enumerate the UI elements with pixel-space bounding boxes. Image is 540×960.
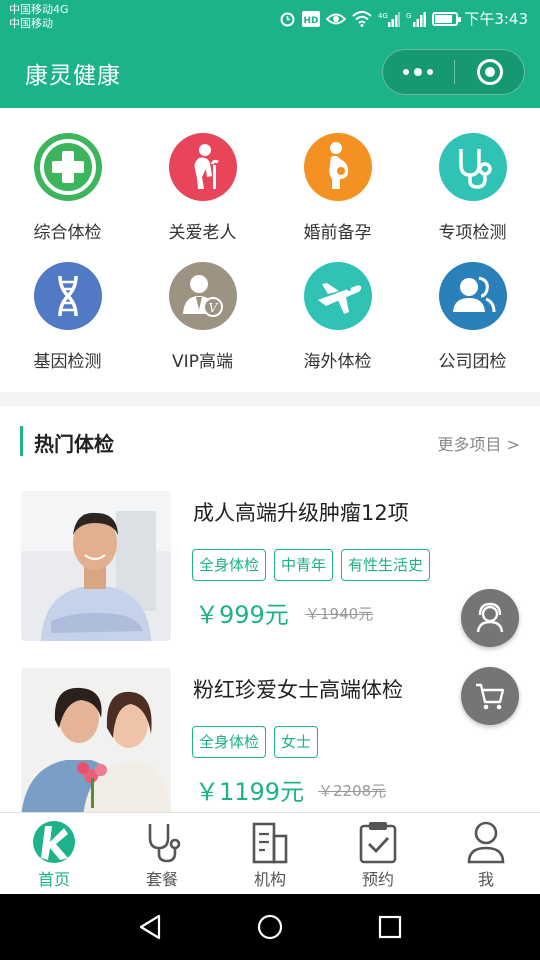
svg-text:G: G <box>406 12 411 20</box>
pregnant-icon <box>328 142 348 189</box>
product-original-price: ￥1940元 <box>305 605 374 623</box>
tab-label: 首页 <box>37 870 70 889</box>
back-icon[interactable] <box>137 914 163 940</box>
tab-institutions[interactable]: 机构 <box>216 813 324 895</box>
svg-text:4G: 4G <box>378 12 388 20</box>
product-image <box>21 491 171 641</box>
section-accent-bar <box>20 426 23 456</box>
tab-label: 我 <box>477 870 494 889</box>
status-icons: HD 4G G 下午3:43 <box>279 8 528 29</box>
product-tag: 有性生活史 <box>341 549 431 581</box>
tab-packages[interactable]: 套餐 <box>108 813 216 895</box>
svg-text:HD: HD <box>304 16 319 26</box>
building-icon <box>247 819 293 865</box>
battery-icon <box>432 11 462 26</box>
hd-icon: HD <box>302 10 321 27</box>
recents-icon[interactable] <box>377 914 403 940</box>
category-icon-bg <box>168 133 237 201</box>
category-icon-bg <box>33 262 102 330</box>
category-general-checkup[interactable]: 综合体检 <box>0 108 135 243</box>
status-time: 下午3:43 <box>464 10 528 28</box>
product-price: ￥1199元 <box>195 778 305 806</box>
cart-button[interactable] <box>461 667 519 725</box>
elderly-icon <box>194 144 219 189</box>
clipboard-check-icon <box>355 819 401 865</box>
carrier-line1: 中国移动4G <box>9 3 69 16</box>
bottom-tab-bar: 首页 套餐 机构 预约 我 <box>0 812 540 894</box>
vip-user-icon: V <box>182 275 223 317</box>
category-special-test[interactable]: 专项检测 <box>405 108 540 243</box>
category-label: 公司团检 <box>438 352 507 372</box>
eye-icon <box>326 13 347 24</box>
cart-icon <box>476 683 505 710</box>
wifi-icon <box>352 10 372 27</box>
signal-4g-icon: 4G <box>378 11 401 27</box>
more-items-link[interactable]: 更多项目 > <box>438 431 521 455</box>
category-icon-bg <box>303 262 372 330</box>
product-tag: 全身体检 <box>192 549 267 581</box>
product-original-price: ￥2208元 <box>318 782 387 800</box>
svg-text:V: V <box>208 301 218 315</box>
capsule-divider <box>454 60 455 84</box>
customer-service-button[interactable] <box>461 589 519 647</box>
category-vip[interactable]: V VIP高端 <box>135 237 270 372</box>
home-icon[interactable] <box>257 914 283 940</box>
stethoscope-icon <box>458 149 492 189</box>
product-tag: 全身体检 <box>192 726 267 758</box>
product-card[interactable]: 成人高端升级肿瘤12项 全身体检 中青年 有性生活史 ￥999元 ￥1940元 <box>0 491 540 651</box>
hot-checkups-section: 热门体检 更多项目 > 成人高端升级肿瘤12项 全身体检 中青年 有性生活史 ￥… <box>0 406 540 814</box>
dna-icon <box>57 275 78 317</box>
category-overseas[interactable]: 海外体检 <box>270 237 405 372</box>
product-image <box>21 668 171 814</box>
category-label: 基因检测 <box>33 352 102 372</box>
group-icon <box>452 276 495 313</box>
alarm-icon <box>280 12 295 27</box>
signal-icon: G <box>406 11 427 27</box>
tab-home[interactable]: 首页 <box>0 813 108 895</box>
category-label: 海外体检 <box>303 352 372 372</box>
category-label: VIP高端 <box>172 352 233 372</box>
category-icon-bg: V <box>168 262 237 330</box>
product-tag: 女士 <box>274 726 319 758</box>
stethoscope-icon <box>139 819 185 865</box>
product-tags: 全身体检 女士 <box>192 726 319 758</box>
home-logo-icon <box>31 819 77 865</box>
tab-label: 机构 <box>253 870 286 889</box>
section-header: 热门体检 更多项目 > <box>20 426 520 456</box>
tab-me[interactable]: 我 <box>432 813 540 895</box>
product-tag: 中青年 <box>274 549 334 581</box>
section-title: 热门体检 <box>34 432 114 456</box>
system-nav-bar <box>0 894 540 960</box>
category-icon-bg <box>438 133 507 201</box>
customer-service-icon <box>476 602 504 633</box>
status-bar: 中国移动4G 中国移动 HD 4G G 下午3:43 <box>0 0 540 36</box>
product-name: 成人高端升级肿瘤12项 <box>193 501 409 525</box>
category-premarital[interactable]: 婚前备孕 <box>270 108 405 243</box>
product-price: ￥999元 <box>195 601 289 629</box>
category-icon-bg <box>303 133 372 201</box>
person-icon <box>463 819 509 865</box>
product-tags: 全身体检 中青年 有性生活史 <box>192 549 431 581</box>
product-name: 粉红珍爱女士高端体检 <box>193 678 403 702</box>
tab-appointment[interactable]: 预约 <box>324 813 432 895</box>
category-grid: 综合体检 关爱老人 婚前备孕 专项检测 基因检测 V VIP高端 海外体检 公司… <box>0 108 540 392</box>
app-header: 康灵健康 <box>0 36 540 108</box>
carrier-line2: 中国移动 <box>9 17 53 30</box>
page-title: 康灵健康 <box>25 63 121 89</box>
category-group-checkup[interactable]: 公司团检 <box>405 237 540 372</box>
close-miniprogram-button[interactable] <box>477 59 503 85</box>
category-icon-bg <box>438 262 507 330</box>
more-menu-button[interactable] <box>383 50 453 94</box>
category-gene-test[interactable]: 基因检测 <box>0 237 135 372</box>
category-elderly-care[interactable]: 关爱老人 <box>135 108 270 243</box>
carrier-info: 中国移动4G 中国移动 <box>9 3 69 31</box>
product-card[interactable]: 粉红珍爱女士高端体检 全身体检 女士 ￥1199元 ￥2208元 <box>0 668 540 814</box>
category-icon-bg <box>33 133 102 201</box>
miniprogram-capsule <box>382 49 525 95</box>
tab-label: 预约 <box>361 870 394 889</box>
medical-cross-icon <box>39 139 96 195</box>
tab-label: 套餐 <box>145 870 178 889</box>
airplane-icon <box>317 283 361 314</box>
